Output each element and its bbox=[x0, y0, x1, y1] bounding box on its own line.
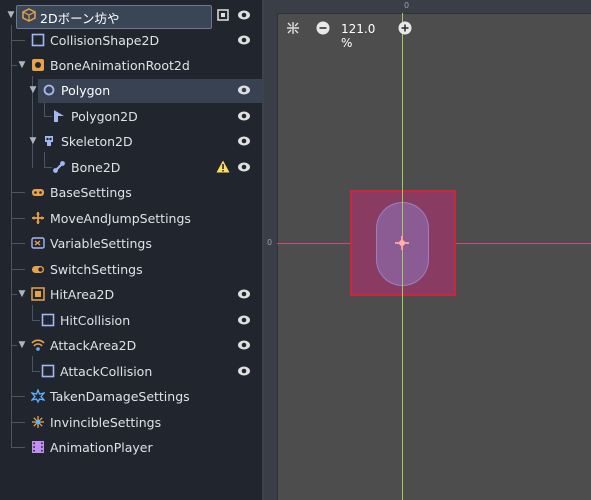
collapse-arrow-icon[interactable]: ▼ bbox=[28, 84, 38, 96]
tree-item-animationplayer[interactable]: AnimationPlayer bbox=[0, 435, 262, 460]
collision-shape-icon bbox=[41, 364, 55, 378]
tree-item-attackcollision[interactable]: AttackCollision bbox=[0, 359, 262, 384]
attack-area-icon bbox=[31, 339, 45, 351]
visibility-eye-icon[interactable] bbox=[237, 365, 251, 377]
tree-guide bbox=[11, 269, 25, 270]
tree-item-hitarea2d[interactable]: ▼ HitArea2D bbox=[0, 282, 262, 307]
invincible-spark-icon bbox=[32, 416, 44, 428]
visibility-eye-icon[interactable] bbox=[237, 135, 251, 147]
zoom-out-icon[interactable] bbox=[316, 21, 330, 35]
tree-item-label: HitArea2D bbox=[50, 287, 115, 302]
visibility-eye-icon[interactable] bbox=[237, 288, 251, 300]
tree-item-label: CollisionShape2D bbox=[50, 33, 160, 48]
tree-item-basesettings[interactable]: BaseSettings bbox=[0, 180, 262, 205]
tree-item-label: TakenDamageSettings bbox=[50, 389, 190, 404]
tree-item-takendamagesettings[interactable]: TakenDamageSettings bbox=[0, 384, 262, 409]
tree-guide bbox=[11, 447, 25, 448]
skeleton2d-icon bbox=[45, 136, 53, 146]
node2d-icon bbox=[43, 84, 55, 96]
tree-item-hitcollision[interactable]: HitCollision bbox=[0, 308, 262, 333]
tree-item-label: BaseSettings bbox=[50, 185, 132, 200]
tree-guide bbox=[11, 40, 25, 41]
tree-item-label: VariableSettings bbox=[50, 236, 152, 251]
scene-tree-panel: ▼ 2Dボーン坊や CollisionShape2D ▼ BoneAnimati… bbox=[0, 0, 262, 500]
tree-item-label: MoveAndJumpSettings bbox=[50, 211, 191, 226]
visibility-eye-icon[interactable] bbox=[237, 84, 251, 96]
zoom-in-icon[interactable] bbox=[398, 21, 412, 35]
character-body-icon bbox=[22, 8, 36, 22]
tree-item-label: AttackArea2D bbox=[50, 338, 137, 353]
vertical-ruler[interactable]: 0 bbox=[264, 13, 278, 500]
collapse-arrow-icon[interactable]: ▼ bbox=[17, 288, 27, 300]
collision-shape-icon bbox=[41, 313, 55, 327]
warning-icon[interactable] bbox=[216, 160, 230, 173]
tree-item-attackarea2d[interactable]: ▼ AttackArea2D bbox=[0, 333, 262, 358]
tree-guide bbox=[32, 320, 40, 321]
visibility-eye-icon[interactable] bbox=[237, 34, 251, 46]
tree-guide bbox=[11, 192, 25, 193]
y-axis-line bbox=[402, 13, 403, 500]
tree-item-label: Polygon2D bbox=[71, 109, 138, 124]
collapse-arrow-icon[interactable]: ▼ bbox=[17, 339, 27, 351]
tree-guide bbox=[44, 116, 52, 117]
ruler-origin-label: 0 bbox=[267, 238, 273, 247]
snap-center-icon[interactable] bbox=[286, 21, 300, 35]
visibility-eye-icon[interactable] bbox=[237, 314, 251, 326]
tree-item-label: Skeleton2D bbox=[61, 134, 133, 149]
tree-guide bbox=[11, 243, 25, 244]
tree-item-bone2d[interactable]: Bone2D bbox=[0, 155, 262, 180]
ruler-origin-label: 0 bbox=[404, 1, 410, 10]
gamepad-icon bbox=[32, 189, 44, 196]
visibility-eye-icon[interactable] bbox=[237, 161, 251, 173]
collision-shape-icon bbox=[31, 33, 45, 47]
tree-item-moveandjumpsettings[interactable]: MoveAndJumpSettings bbox=[0, 206, 262, 231]
move-arrows-icon bbox=[32, 212, 44, 224]
tree-item-label: AttackCollision bbox=[60, 364, 153, 379]
tree-item-variablesettings[interactable]: VariableSettings bbox=[0, 231, 262, 256]
collapse-arrow-icon[interactable]: ▼ bbox=[28, 135, 38, 147]
animation-film-icon bbox=[32, 441, 44, 453]
node2d-scene-icon bbox=[32, 59, 44, 71]
tree-item-invinciblesettings[interactable]: InvincibleSettings bbox=[0, 410, 262, 435]
pivot-crosshair-icon[interactable] bbox=[395, 236, 409, 250]
bone2d-icon bbox=[53, 161, 65, 173]
visibility-eye-icon[interactable] bbox=[237, 110, 251, 122]
tree-item-polygon2d[interactable]: Polygon2D bbox=[0, 104, 262, 129]
zoom-level-label[interactable]: 121.0 % bbox=[341, 22, 375, 50]
collapse-arrow-icon[interactable]: ▼ bbox=[6, 9, 16, 21]
tree-guide bbox=[44, 167, 52, 168]
tree-item-label: InvincibleSettings bbox=[50, 415, 162, 430]
group-selected-icon[interactable] bbox=[217, 9, 229, 21]
tree-item-boneanimationroot2d[interactable]: ▼ BoneAnimationRoot2d bbox=[0, 53, 262, 78]
tree-item-switchsettings[interactable]: SwitchSettings bbox=[0, 257, 262, 282]
tree-item-label: BoneAnimationRoot2d bbox=[50, 58, 190, 73]
tree-guide bbox=[11, 422, 25, 423]
tree-item-label: HitCollision bbox=[60, 313, 131, 328]
collapse-arrow-icon[interactable]: ▼ bbox=[17, 59, 27, 71]
tree-item-label: AnimationPlayer bbox=[50, 440, 153, 455]
tree-guide bbox=[32, 371, 40, 372]
tree-item-label: 2Dボーン坊や bbox=[40, 11, 120, 26]
visibility-eye-icon[interactable] bbox=[237, 339, 251, 351]
tree-item-label: Bone2D bbox=[71, 160, 121, 175]
switch-toggle-icon bbox=[32, 266, 44, 273]
tree-item-label: Polygon bbox=[61, 83, 111, 98]
visibility-eye-icon[interactable] bbox=[237, 9, 251, 21]
horizontal-ruler[interactable]: 0 bbox=[264, 0, 591, 14]
tree-guide bbox=[11, 218, 25, 219]
damage-burst-icon bbox=[31, 389, 45, 403]
polygon2d-icon bbox=[54, 110, 64, 122]
tree-item-polygon[interactable]: ▼ Polygon bbox=[0, 78, 262, 103]
tree-item-skeleton2d[interactable]: ▼ Skeleton2D bbox=[0, 129, 262, 154]
hit-area-icon bbox=[31, 287, 45, 301]
variable-x-icon bbox=[31, 237, 45, 249]
canvas-viewport[interactable]: 0 0 121.0 % bbox=[264, 0, 591, 500]
tree-guide bbox=[11, 396, 25, 397]
tree-item-root[interactable]: ▼ 2Dボーン坊や bbox=[0, 3, 262, 29]
tree-item-collisionshape2d[interactable]: CollisionShape2D bbox=[0, 28, 262, 53]
tree-item-label: SwitchSettings bbox=[50, 262, 143, 277]
